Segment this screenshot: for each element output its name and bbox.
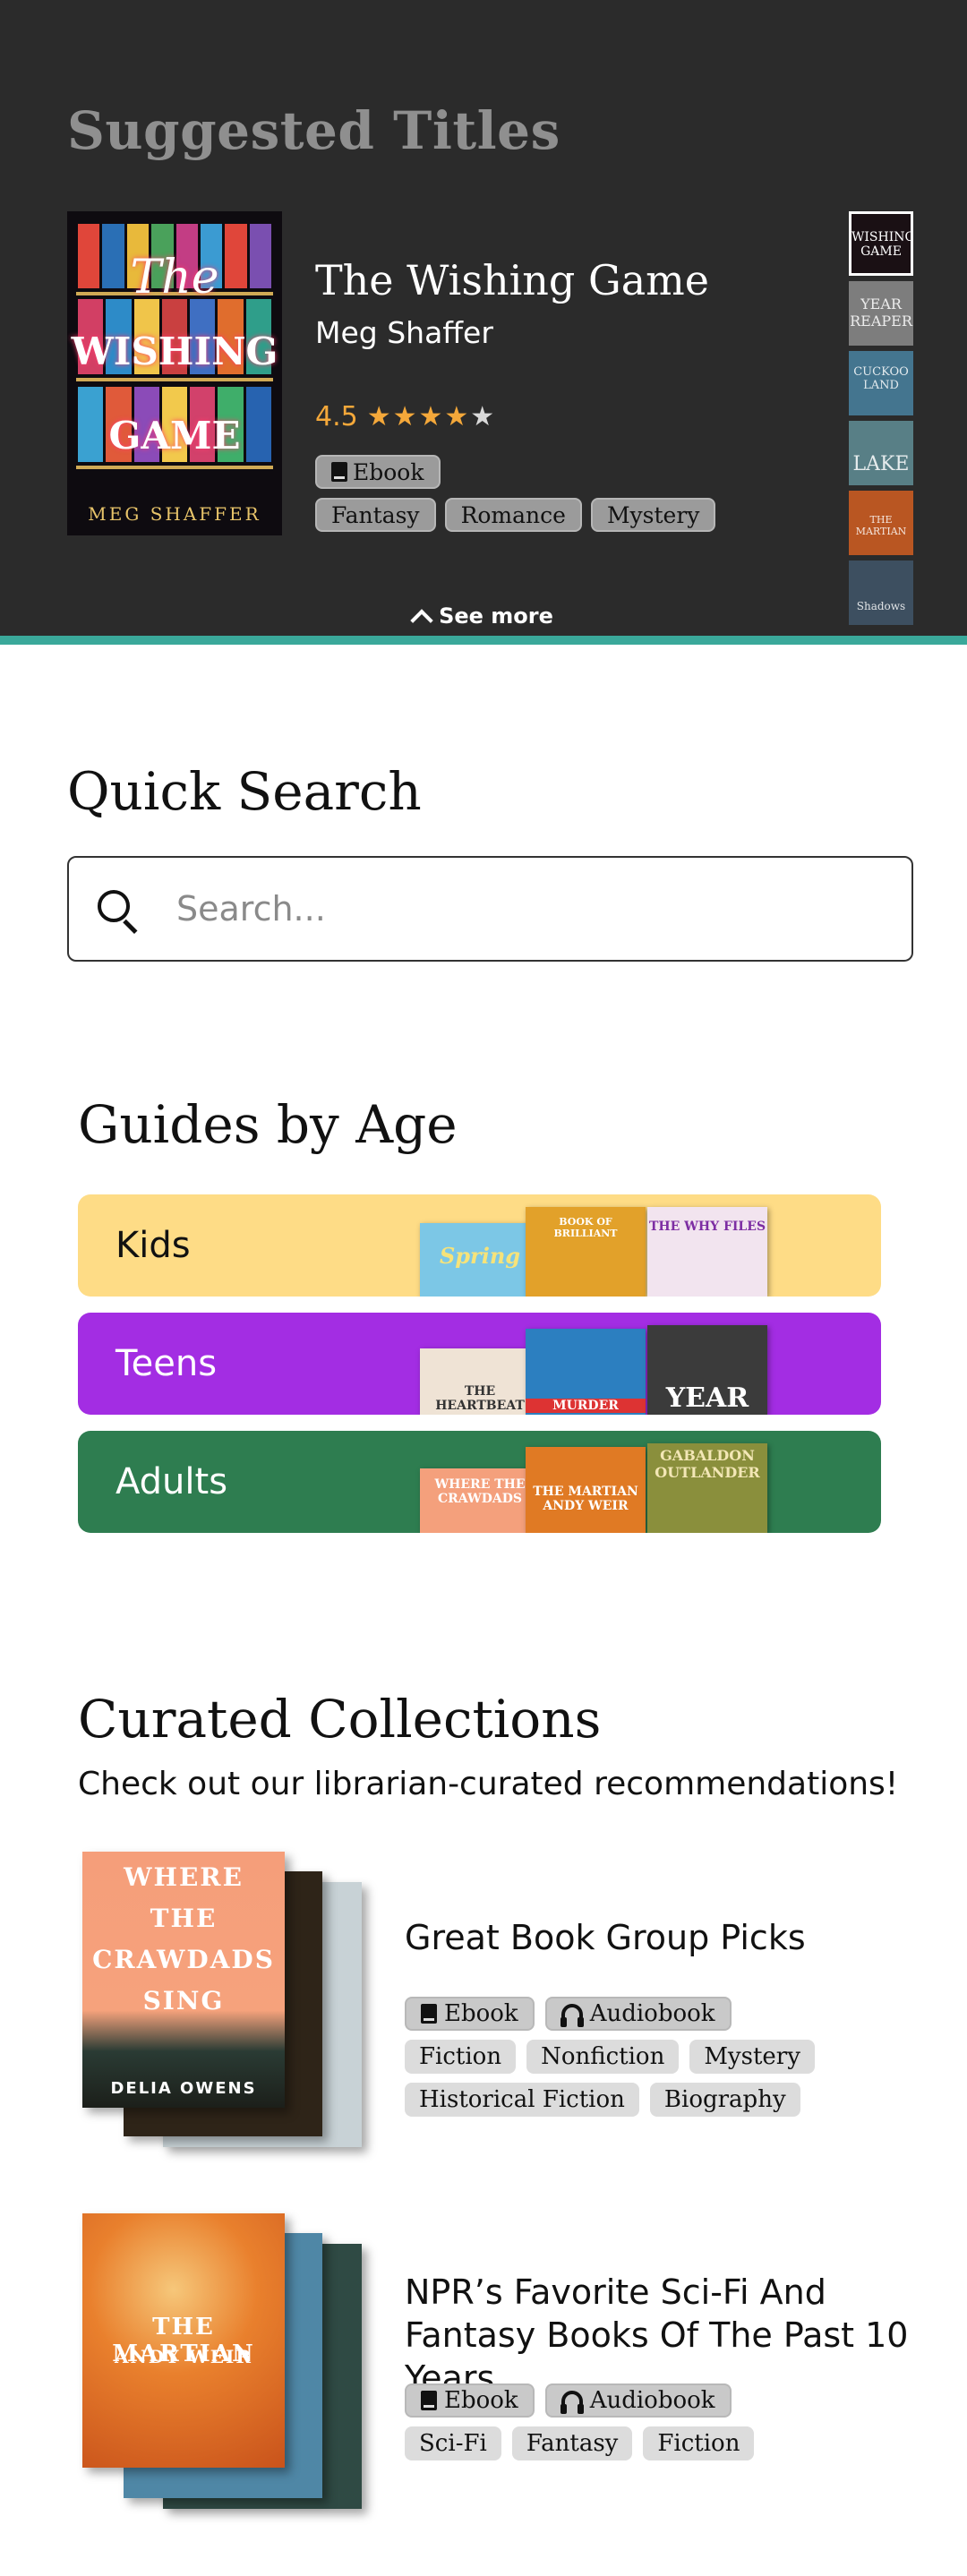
guide-book-covers: Spring BOOK OF BRILLIANT THE WHY FILES bbox=[420, 1194, 778, 1297]
collection-title[interactable]: Great Book Group Picks bbox=[405, 1916, 942, 1959]
thumbnail-1[interactable]: WISHING GAME bbox=[849, 211, 913, 276]
book-cover: Spring bbox=[420, 1223, 540, 1297]
collection-tags: Ebook Audiobook Sci-Fi Fantasy Fiction bbox=[405, 2383, 755, 2469]
search-input[interactable] bbox=[176, 858, 893, 960]
ebook-icon bbox=[331, 462, 347, 482]
collection-tags: Ebook Audiobook Fiction Nonfiction Myste… bbox=[405, 1997, 815, 2126]
cover-word-game: GAME bbox=[108, 414, 241, 458]
thumbnail-5[interactable]: THE MARTIAN bbox=[849, 491, 913, 555]
genre-tag[interactable]: Fantasy bbox=[511, 2426, 633, 2460]
thumbnail-4[interactable]: LAKE bbox=[849, 421, 913, 485]
guide-book-covers: WHERE THE CRAWDADS THE MARTIAN ANDY WEIR… bbox=[420, 1431, 778, 1533]
format-badge-ebook: Ebook bbox=[315, 455, 441, 489]
guide-kids[interactable]: Kids Spring BOOK OF BRILLIANT THE WHY FI… bbox=[78, 1194, 881, 1297]
see-more-label: See more bbox=[439, 603, 553, 629]
cover-word-the: The bbox=[130, 251, 219, 304]
genre-tag[interactable]: Fiction bbox=[405, 2040, 517, 2074]
guide-label: Kids bbox=[116, 1225, 191, 1266]
book-cover: GABALDON OUTLANDER bbox=[647, 1443, 767, 1533]
featured-book-tags: Ebook Fantasy Romance Mystery bbox=[315, 455, 716, 541]
headphones-icon bbox=[560, 2391, 584, 2414]
featured-book-title[interactable]: The Wishing Game bbox=[315, 256, 817, 304]
book-cover: BOOK OF BRILLIANT bbox=[526, 1207, 646, 1297]
guide-adults[interactable]: Adults WHERE THE CRAWDADS THE MARTIAN AN… bbox=[78, 1431, 881, 1533]
genre-tag[interactable]: Sci-Fi bbox=[405, 2426, 501, 2460]
genre-tag[interactable]: Historical Fiction bbox=[405, 2083, 639, 2117]
book-cover: WHERE THE CRAWDADS bbox=[420, 1468, 540, 1533]
format-badge-audiobook: Audiobook bbox=[544, 1997, 732, 2031]
headphones-icon bbox=[560, 2004, 584, 2027]
suggested-titles-heading: Suggested Titles bbox=[67, 100, 561, 161]
format-badge-ebook: Ebook bbox=[405, 2383, 535, 2418]
genre-tag[interactable]: Fantasy bbox=[315, 498, 436, 532]
featured-book-info: The Wishing Game Meg Shaffer bbox=[315, 256, 817, 350]
suggested-thumbnail-strip: WISHING GAME YEAR REAPER CUCKOO LAND LAK… bbox=[849, 211, 913, 630]
book-cover: YEAR bbox=[647, 1325, 767, 1415]
genre-tag[interactable]: Biography bbox=[649, 2083, 800, 2117]
featured-book-cover[interactable]: The WISHING GAME MEG SHAFFER bbox=[67, 211, 282, 535]
format-badge-audiobook: Audiobook bbox=[544, 2383, 732, 2418]
book-cover-crawdads: WHERE THE CRAWDADS SING DELIA OWENS bbox=[82, 1852, 285, 2108]
format-label: Ebook bbox=[353, 458, 424, 485]
guide-label: Adults bbox=[116, 1461, 228, 1502]
guides-heading: Guides by Age bbox=[78, 1094, 458, 1155]
rating-stars-icon: ★★★★★ bbox=[366, 401, 497, 432]
genre-tag[interactable]: Mystery bbox=[689, 2040, 815, 2074]
rating-value: 4.5 bbox=[315, 401, 358, 432]
search-box[interactable] bbox=[67, 856, 913, 962]
cover-author: MEG SHAFFER bbox=[88, 503, 261, 525]
book-cover-the-martian: THE MARTIAN ANDY WEIR bbox=[82, 2213, 285, 2468]
format-badge-ebook: Ebook bbox=[405, 1997, 535, 2031]
book-cover: THE WHY FILES bbox=[647, 1207, 767, 1297]
genre-tag[interactable]: Romance bbox=[444, 498, 582, 532]
see-more-button[interactable]: See more bbox=[0, 603, 967, 632]
guide-label: Teens bbox=[116, 1343, 218, 1384]
book-cover: MURDER bbox=[526, 1329, 646, 1415]
book-cover: THE HEARTBEAT bbox=[420, 1348, 540, 1415]
featured-book-rating: 4.5 ★★★★★ bbox=[315, 401, 496, 432]
collection-title[interactable]: NPR’s Favorite Sci-Fi And Fantasy Books … bbox=[405, 2271, 942, 2400]
cover-word-wishing: WISHING bbox=[71, 329, 278, 373]
featured-book-author[interactable]: Meg Shaffer bbox=[315, 315, 817, 350]
curated-subtitle: Check out our librarian-curated recommen… bbox=[78, 1766, 899, 1802]
curated-heading: Curated Collections bbox=[78, 1689, 602, 1750]
hero-accent-bar bbox=[0, 636, 967, 645]
chevron-up-icon bbox=[410, 609, 433, 632]
thumbnail-2[interactable]: YEAR REAPER bbox=[849, 281, 913, 346]
collection-cover-stack[interactable]: OBAMA DS WHERE THE CRAWDADS SING DELIA O… bbox=[82, 1852, 369, 2147]
guide-teens[interactable]: Teens THE HEARTBEAT MURDER YEAR bbox=[78, 1313, 881, 1415]
genre-tag[interactable]: Nonfiction bbox=[526, 2040, 680, 2074]
ebook-icon bbox=[421, 2004, 437, 2024]
ebook-icon bbox=[421, 2391, 437, 2410]
guide-book-covers: THE HEARTBEAT MURDER YEAR bbox=[420, 1313, 778, 1415]
collection-cover-stack[interactable]: MS ik THE MARTIAN ANDY WEIR bbox=[82, 2213, 369, 2509]
genre-tag[interactable]: Mystery bbox=[590, 498, 716, 532]
quick-search-heading: Quick Search bbox=[67, 761, 422, 822]
book-cover: THE MARTIAN ANDY WEIR bbox=[526, 1447, 646, 1533]
thumbnail-3[interactable]: CUCKOO LAND bbox=[849, 351, 913, 415]
genre-tag[interactable]: Fiction bbox=[643, 2426, 755, 2460]
search-icon[interactable] bbox=[98, 890, 138, 934]
